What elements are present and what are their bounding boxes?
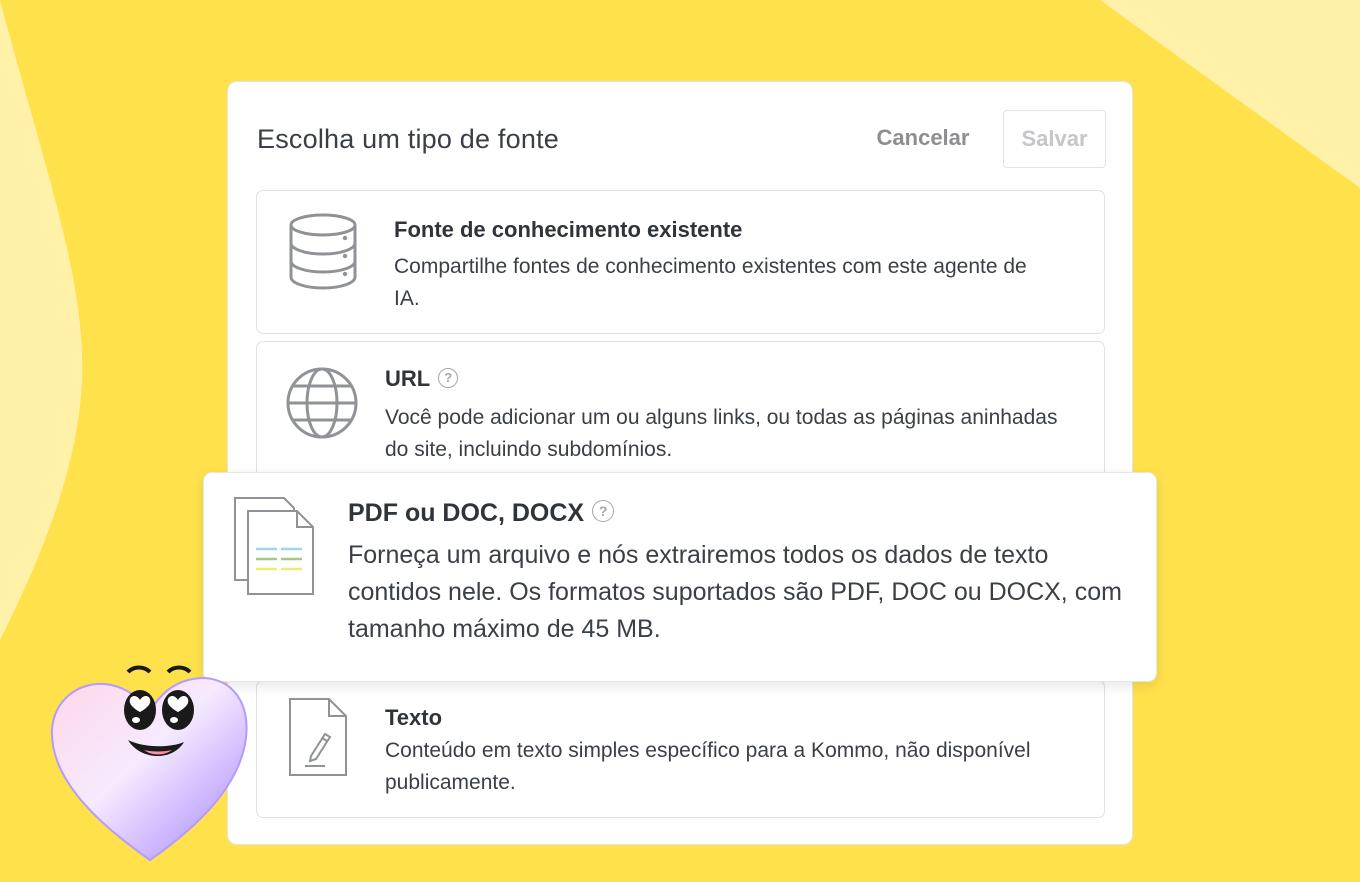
help-icon[interactable]: ? [592, 500, 615, 522]
pen-document-icon [289, 698, 347, 776]
option-title: Fonte de conhecimento existente [394, 217, 743, 242]
option-description: Compartilhe fontes de conhecimento exist… [394, 255, 1027, 310]
source-option-pdf-doc[interactable]: PDF ou DOC, DOCX? Forneça um arquivo e n… [203, 472, 1157, 682]
source-type-dialog: Escolha um tipo de fonte Cancelar Salvar… [227, 81, 1133, 845]
dialog-title: Escolha um tipo de fonte [257, 124, 559, 154]
help-icon[interactable]: ? [438, 368, 459, 388]
option-description: Você pode adicionar um ou alguns links, … [385, 406, 1058, 461]
save-button[interactable]: Salvar [1003, 110, 1106, 168]
option-title-row: URL? [385, 366, 459, 392]
globe-icon [286, 367, 358, 439]
option-description: Conteúdo em texto simples específico par… [385, 739, 1031, 794]
option-title-row: PDF ou DOC, DOCX? [348, 499, 615, 528]
option-description: Forneça um arquivo e nós extrairemos tod… [348, 541, 1122, 643]
option-title: Texto [385, 705, 443, 730]
cancel-button[interactable]: Cancelar [868, 122, 978, 154]
database-icon [289, 213, 357, 290]
source-option-existing-knowledge[interactable]: Fonte de conhecimento existente Comparti… [256, 190, 1105, 334]
source-option-text[interactable]: Texto Conteúdo em texto simples específi… [256, 680, 1105, 818]
heart-mascot-illustration [50, 665, 248, 862]
option-title: PDF ou DOC, DOCX [348, 499, 585, 527]
documents-icon [234, 497, 314, 595]
option-title: URL [385, 366, 431, 391]
